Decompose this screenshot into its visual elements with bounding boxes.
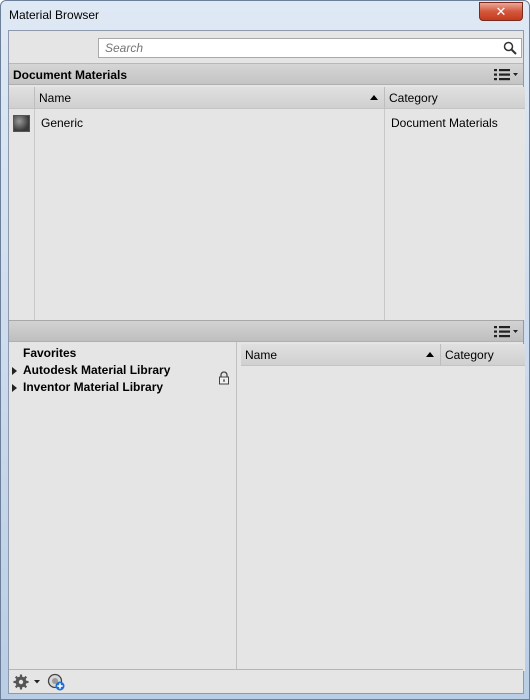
material-name: Generic xyxy=(41,116,84,130)
sort-ascending-icon xyxy=(370,95,378,100)
column-header-category-label: Category xyxy=(389,91,438,105)
column-divider xyxy=(384,109,385,320)
column-header-icon xyxy=(9,87,35,109)
tree-item-inventor-library[interactable]: Inventor Material Library xyxy=(23,380,163,394)
column-divider xyxy=(34,109,35,320)
document-materials-table: Name Category Generic Document Materials xyxy=(9,87,525,320)
search-box[interactable] xyxy=(98,38,522,58)
column-header-name-label: Name xyxy=(39,91,72,105)
search-icon[interactable] xyxy=(503,41,517,55)
tree-item-autodesk-library[interactable]: Autodesk Material Library xyxy=(23,363,170,377)
search-input[interactable] xyxy=(103,40,493,56)
gear-icon[interactable] xyxy=(13,674,43,690)
column-header-name-label: Name xyxy=(245,348,278,362)
footer-toolbar xyxy=(9,669,523,693)
panel-splitter[interactable] xyxy=(9,320,523,342)
column-header-category[interactable]: Category xyxy=(385,87,525,109)
library-view-options-icon[interactable] xyxy=(493,325,519,339)
expand-arrow-icon[interactable] xyxy=(12,384,17,392)
material-category: Document Materials xyxy=(391,116,498,130)
lock-icon xyxy=(219,371,229,385)
library-materials-table: Name Category xyxy=(241,344,525,671)
column-header-category-label: Category xyxy=(445,348,494,362)
column-header-name[interactable]: Name xyxy=(241,344,441,366)
search-bar xyxy=(9,31,523,63)
material-swatch-icon xyxy=(13,115,30,132)
document-materials-title: Document Materials xyxy=(13,68,128,82)
title-bar[interactable]: Material Browser ✕ xyxy=(1,1,529,30)
window-title: Material Browser xyxy=(9,8,100,22)
column-header-name[interactable]: Name xyxy=(35,87,385,109)
column-header-category[interactable]: Category xyxy=(441,344,525,366)
tree-item-favorites[interactable]: Favorites xyxy=(23,346,76,360)
add-library-icon[interactable] xyxy=(47,673,65,691)
browser-panel: Document Materials Name Category Generic xyxy=(8,30,525,694)
close-button[interactable]: ✕ xyxy=(479,2,523,21)
expand-arrow-icon[interactable] xyxy=(12,367,17,375)
sort-ascending-icon xyxy=(426,352,434,357)
view-options-icon[interactable] xyxy=(493,68,519,82)
document-materials-header: Document Materials xyxy=(9,63,523,85)
material-browser-window: Material Browser ✕ Document Materials xyxy=(0,0,530,700)
library-tree: Favorites Autodesk Material Library Inve… xyxy=(9,342,237,671)
